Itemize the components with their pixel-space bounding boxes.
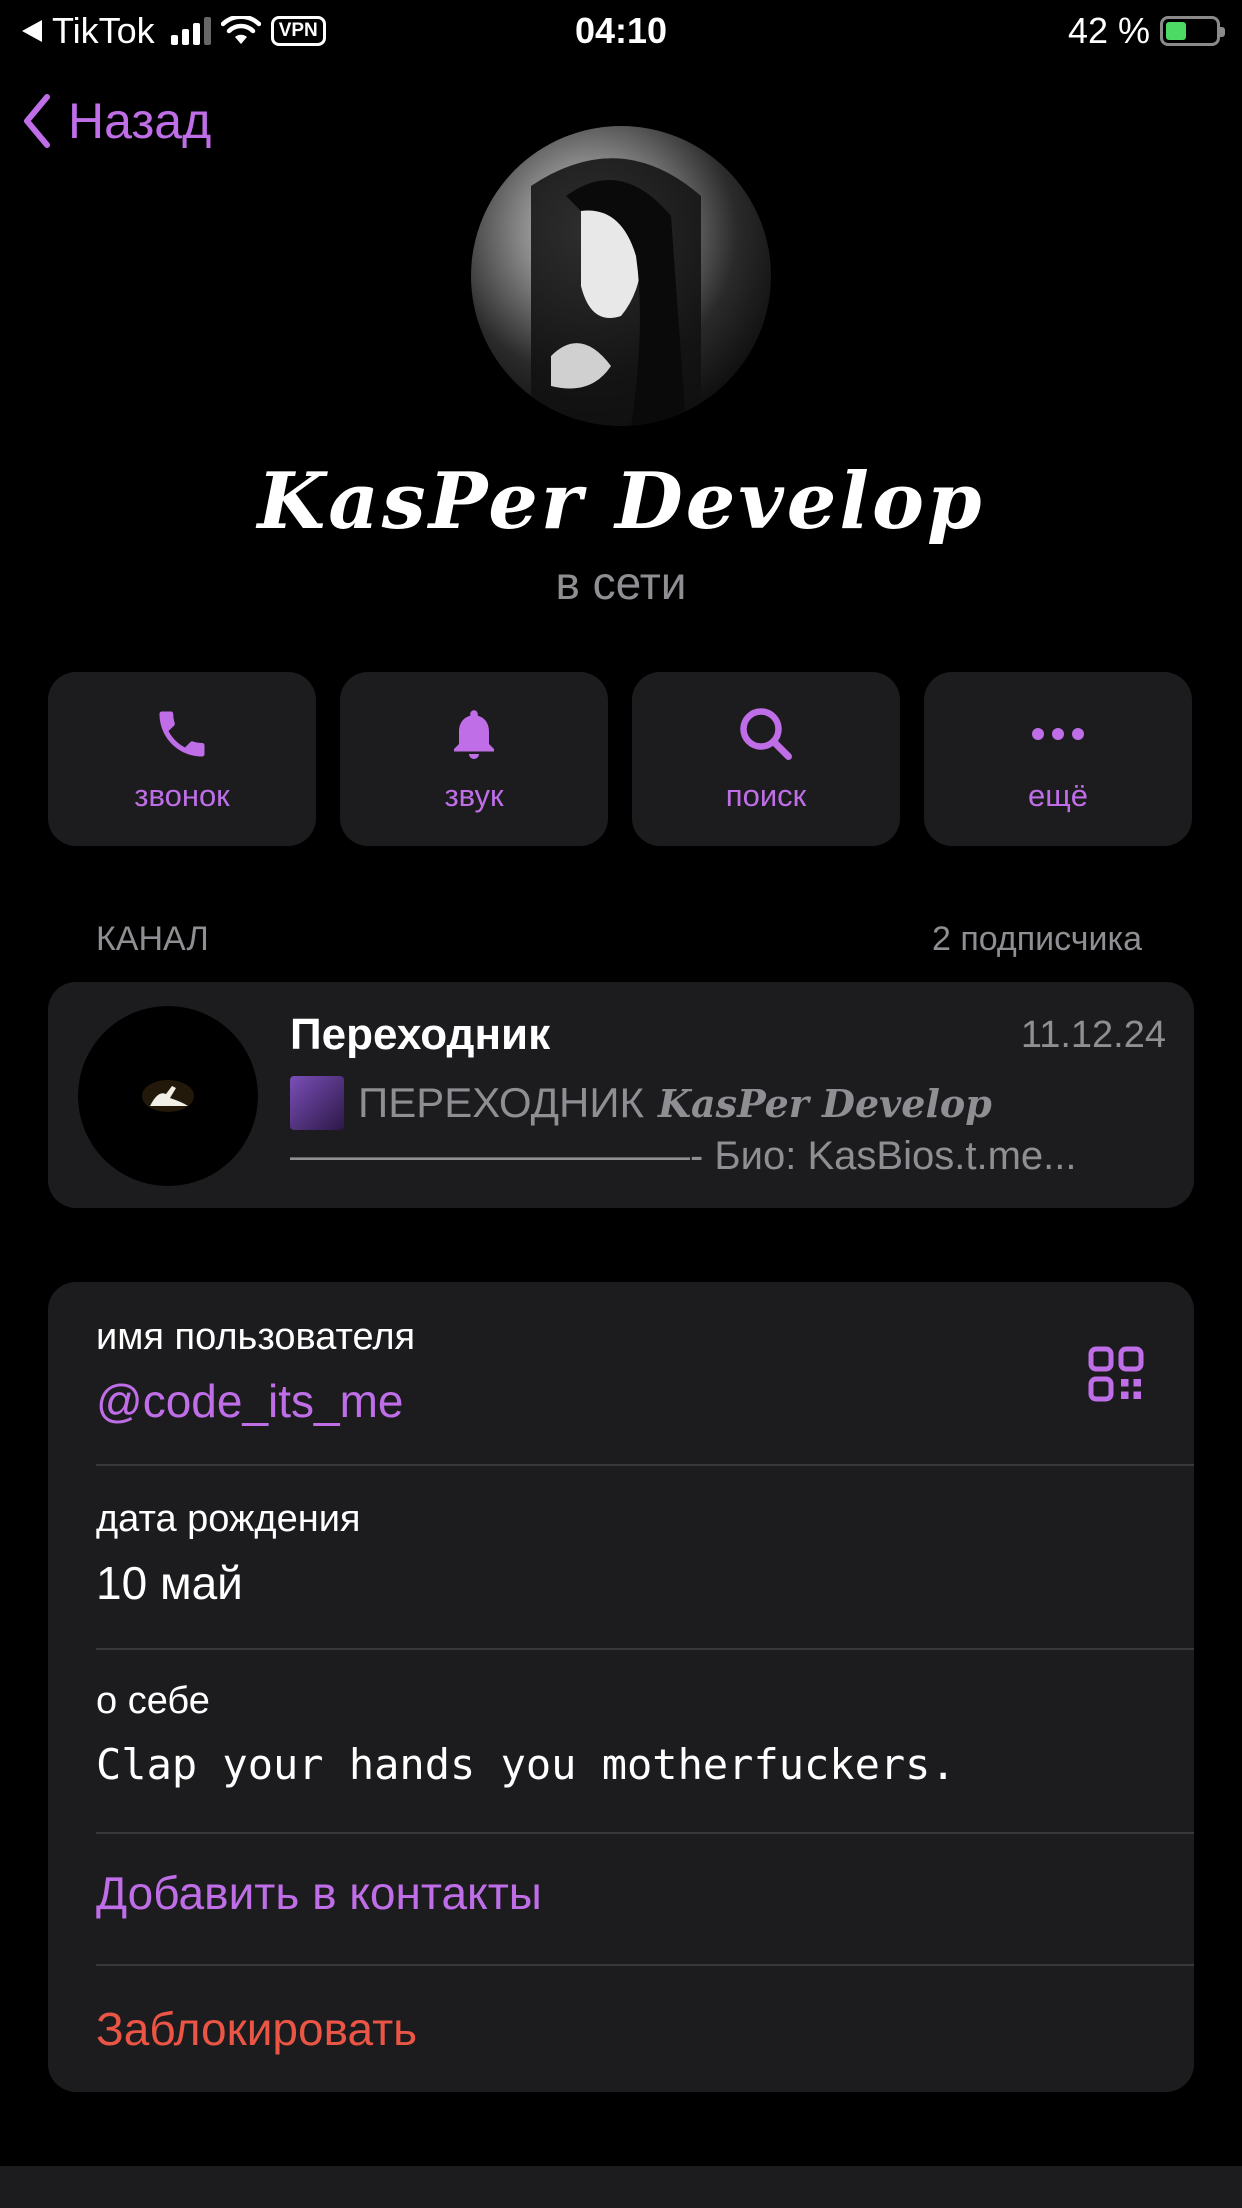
online-status: в сети [555, 557, 687, 609]
more-label: ещё [1028, 778, 1088, 813]
avatar-photo [531, 158, 701, 426]
back-button[interactable]: Назад [22, 92, 211, 150]
battery-level [1166, 22, 1187, 40]
profile-name: KasPer Develop [257, 456, 985, 547]
preview-fancy-name: KasPer Develop [658, 1080, 992, 1126]
status-time: 04:10 [574, 10, 668, 51]
phone-icon [159, 711, 205, 757]
qr-code-icon[interactable] [1086, 1344, 1146, 1404]
channel-avatar-figure [142, 1080, 194, 1112]
block-button[interactable]: Заблокировать [96, 2002, 417, 2056]
username-row[interactable]: имя пользователя @code_its_me [48, 1282, 1194, 1464]
battery-icon [1160, 16, 1225, 46]
more-button[interactable]: ещё [924, 672, 1192, 846]
about-label: о себе [96, 1680, 210, 1722]
more-icon [1032, 728, 1084, 740]
channel-title: Переходник [290, 1010, 551, 1059]
subscriber-count: 2 подписчика [931, 920, 1142, 958]
preview-thumbnail [290, 1076, 344, 1130]
action-buttons: звонок звук поиск ещё [48, 672, 1192, 846]
chevron-left-icon [24, 94, 50, 148]
add-contact-row[interactable]: Добавить в контакты [48, 1834, 1194, 1964]
birthday-row: дата рождения 10 май [48, 1466, 1194, 1648]
battery-percent: 42 % [1067, 10, 1150, 51]
call-label: звонок [134, 778, 230, 813]
bottom-bar [0, 2166, 1242, 2208]
channel-card[interactable]: Переходник 11.12.24 ПЕРЕХОДНИК KasPer De… [48, 982, 1194, 1208]
preview-prefix: ПЕРЕХОДНИК [358, 1079, 645, 1126]
sound-button[interactable]: звук [340, 672, 608, 846]
search-label: поиск [725, 778, 807, 813]
add-contact-button[interactable]: Добавить в контакты [96, 1866, 542, 1920]
channel-preview-line2: ——————————- Био: KasBios.t.me... [290, 1134, 1077, 1178]
channel-section-header: КАНАЛ 2 подписчика [96, 920, 1142, 959]
about-row: о себе Clap your hands you motherfuckers… [48, 1650, 1194, 1832]
search-button[interactable]: поиск [632, 672, 900, 846]
status-bar-right: 42 % [1067, 10, 1225, 52]
birthday-label: дата рождения [96, 1498, 361, 1540]
birthday-value: 10 май [96, 1557, 243, 1609]
block-row[interactable]: Заблокировать [48, 1966, 1194, 2092]
channel-section-title: КАНАЛ [96, 920, 209, 958]
profile-avatar[interactable] [471, 126, 771, 426]
back-label: Назад [68, 93, 212, 149]
info-card: имя пользователя @code_its_me дата рожде… [48, 1282, 1194, 2092]
search-icon [740, 708, 792, 760]
sound-label: звук [444, 778, 504, 813]
call-button[interactable]: звонок [48, 672, 316, 846]
channel-preview-line1: ПЕРЕХОДНИК KasPer Develop [290, 1076, 992, 1130]
status-bar: TikTok VPN 04:10 42 % [0, 0, 1242, 60]
bell-icon [454, 710, 494, 759]
username-value[interactable]: @code_its_me [96, 1374, 404, 1428]
channel-avatar [78, 1006, 258, 1186]
about-value: Clap your hands you motherfuckers. [96, 1740, 956, 1789]
channel-date: 11.12.24 [1020, 1014, 1166, 1056]
username-label: имя пользователя [96, 1316, 416, 1358]
